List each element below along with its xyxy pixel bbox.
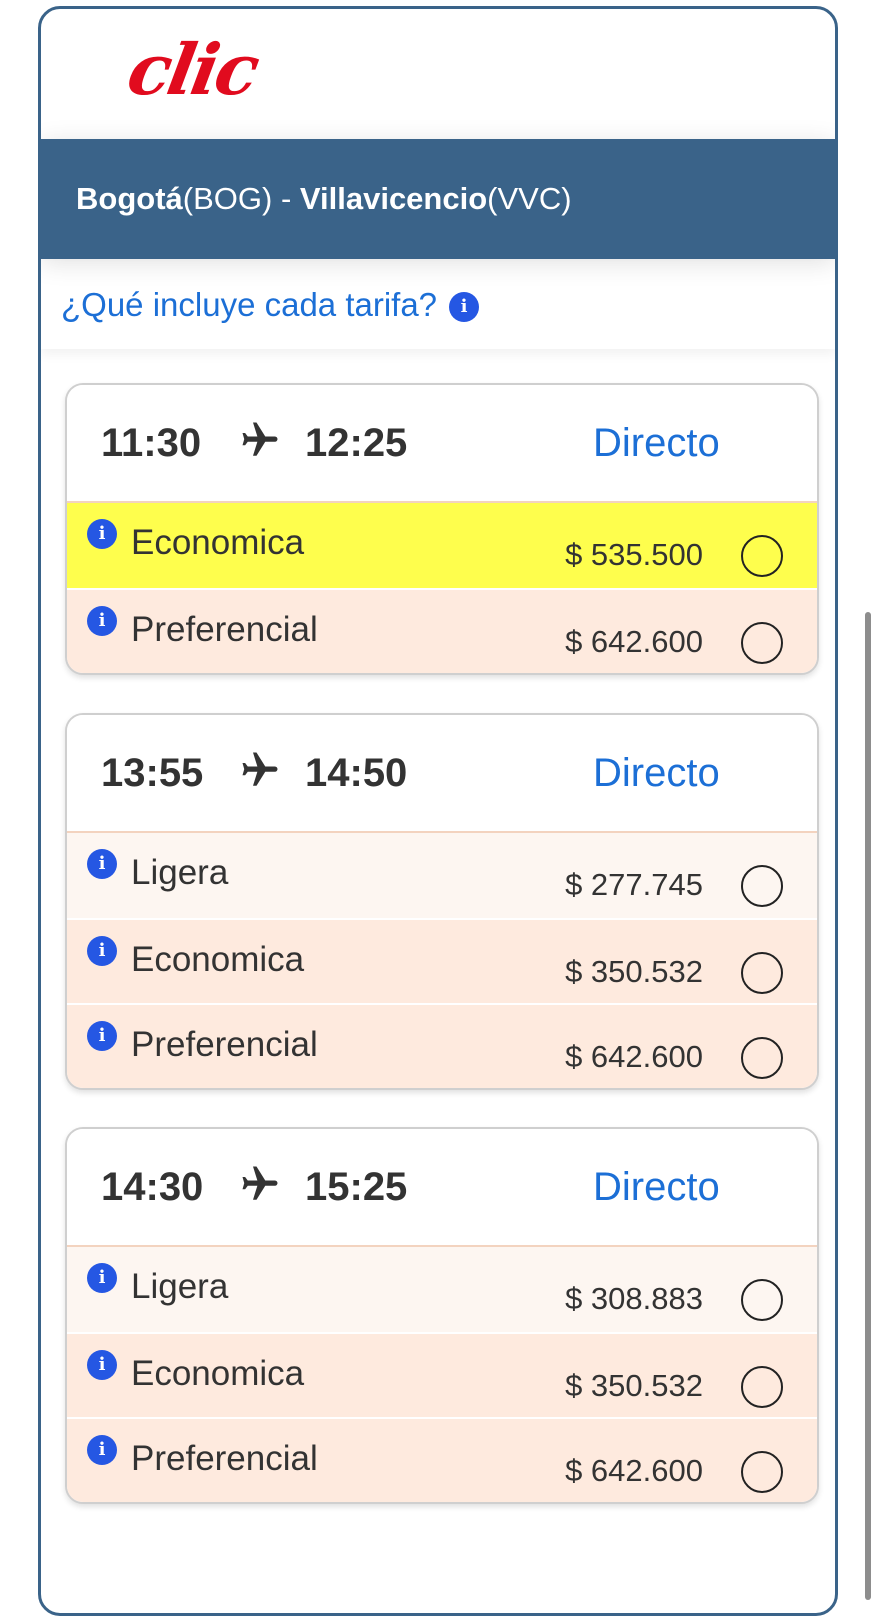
fare-option[interactable]: i Preferencial $ 642.600 — [67, 588, 817, 673]
clic-logo[interactable]: clic — [122, 28, 263, 111]
fare-name: Economica — [131, 940, 305, 979]
info-icon[interactable]: i — [87, 1435, 117, 1465]
fare-option[interactable]: i Economica $ 350.532 — [67, 1332, 817, 1417]
fare-name: Preferencial — [131, 1025, 318, 1064]
fare-price: $ 350.532 — [565, 954, 703, 989]
fare-radio-button[interactable] — [741, 535, 783, 577]
arrival-time: 15:25 — [305, 1165, 408, 1209]
info-icon[interactable]: i — [87, 1263, 117, 1293]
fare-radio-button[interactable] — [741, 1366, 783, 1408]
flight-type: Directo — [593, 1165, 720, 1209]
fare-option[interactable]: i Economica $ 350.532 — [67, 918, 817, 1003]
fare-price: $ 642.600 — [565, 624, 703, 659]
fare-price: $ 642.600 — [565, 1039, 703, 1074]
fare-radio-button[interactable] — [741, 952, 783, 994]
fare-info-link[interactable]: ¿Qué incluye cada tarifa? i — [41, 261, 835, 349]
fare-radio-button[interactable] — [741, 1451, 783, 1493]
arrival-time: 14:50 — [305, 751, 408, 795]
route-separator: - — [272, 181, 300, 216]
fare-name: Preferencial — [131, 610, 318, 649]
fare-price: $ 535.500 — [565, 537, 703, 572]
fare-name: Preferencial — [131, 1439, 318, 1478]
app-frame: clic Bogotá (BOG) - Villavicencio (VVC) ¿Q… — [38, 6, 838, 1616]
departure-time: 13:55 — [101, 751, 204, 795]
airplane-icon — [242, 752, 278, 786]
scrollbar[interactable] — [865, 612, 871, 1600]
flight-card: 14:30 15:25 Directo i Ligera $ 308.883 i… — [65, 1127, 819, 1504]
departure-time: 11:30 — [101, 421, 202, 465]
fare-radio-button[interactable] — [741, 622, 783, 664]
departure-time: 14:30 — [101, 1165, 204, 1209]
fare-price: $ 277.745 — [565, 867, 703, 902]
fare-name: Ligera — [131, 1267, 229, 1306]
fare-name: Economica — [131, 1354, 305, 1393]
fare-name: Ligera — [131, 853, 229, 892]
flight-header: 11:30 12:25 Directo — [67, 385, 817, 503]
route-header: Bogotá (BOG) - Villavicencio (VVC) — [41, 139, 835, 259]
fare-option[interactable]: i Ligera $ 308.883 — [67, 1247, 817, 1332]
arrival-time: 12:25 — [305, 421, 408, 465]
fare-option[interactable]: i Preferencial $ 642.600 — [67, 1003, 817, 1088]
origin-city: Bogotá — [76, 181, 183, 216]
flight-type: Directo — [593, 751, 720, 795]
info-icon[interactable]: i — [449, 292, 480, 322]
airplane-icon — [242, 1166, 278, 1200]
info-icon[interactable]: i — [87, 849, 117, 879]
fare-name: Economica — [131, 523, 305, 562]
destination-city: Villavicencio — [299, 181, 488, 216]
flight-header: 13:55 14:50 Directo — [67, 715, 817, 833]
flight-type: Directo — [593, 421, 720, 465]
flight-header: 14:30 15:25 Directo — [67, 1129, 817, 1247]
fare-radio-button[interactable] — [741, 1279, 783, 1321]
info-icon[interactable]: i — [87, 936, 117, 966]
origin-code: (BOG) — [182, 181, 273, 216]
fare-radio-button[interactable] — [741, 865, 783, 907]
airplane-icon — [242, 422, 278, 456]
info-icon[interactable]: i — [87, 519, 117, 549]
info-icon[interactable]: i — [87, 606, 117, 636]
info-icon[interactable]: i — [87, 1021, 117, 1051]
flight-card: 13:55 14:50 Directo i Ligera $ 277.745 i… — [65, 713, 819, 1090]
destination-code: (VVC) — [487, 181, 572, 216]
fare-radio-button[interactable] — [741, 1037, 783, 1079]
info-icon[interactable]: i — [87, 1350, 117, 1380]
fare-price: $ 642.600 — [565, 1453, 703, 1488]
fare-option[interactable]: i Economica $ 535.500 — [67, 503, 817, 588]
fare-price: $ 308.883 — [565, 1281, 703, 1316]
fare-price: $ 350.532 — [565, 1368, 703, 1403]
fare-info-label[interactable]: ¿Qué incluye cada tarifa? — [61, 286, 437, 324]
fare-option[interactable]: i Preferencial $ 642.600 — [67, 1417, 817, 1502]
flight-card: 11:30 12:25 Directo i Economica $ 535.50… — [65, 383, 819, 675]
fare-option[interactable]: i Ligera $ 277.745 — [67, 833, 817, 918]
